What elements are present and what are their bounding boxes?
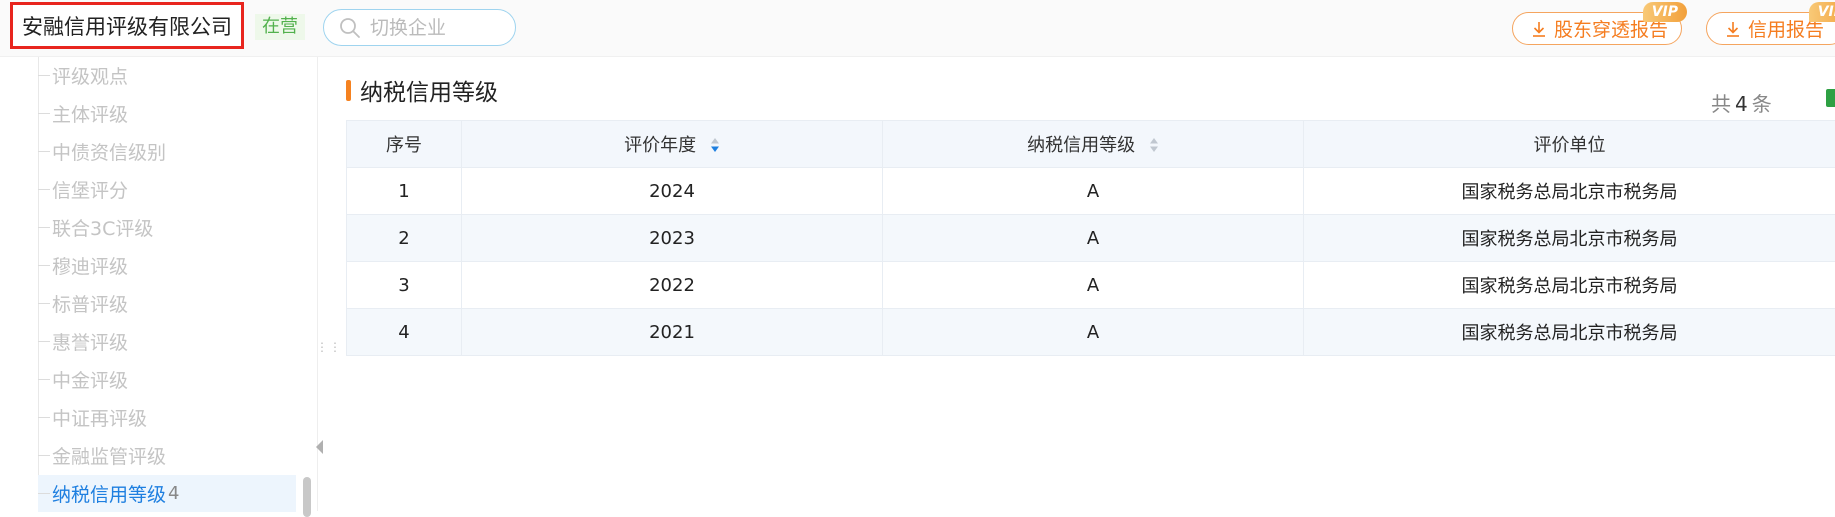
company-name-box[interactable]: 安融信用评级有限公司 (10, 2, 244, 49)
sidebar-item-tax-credit-rating[interactable]: 纳税信用等级 4 (38, 475, 296, 512)
cell-year: 2022 (462, 262, 883, 309)
sidebar-item-label: 中债资信级别 (52, 138, 166, 165)
sidebar-item-cicc-rating[interactable]: 中金评级 (38, 361, 296, 398)
cell-evaluator: 国家税务总局北京市税务局 (1304, 215, 1835, 262)
search-input[interactable] (368, 16, 512, 40)
top-bar: 安融信用评级有限公司 在营 股东穿透报告 VIP 信用报告 VIP (0, 0, 1835, 57)
cell-evaluator: 国家税务总局北京市税务局 (1304, 262, 1835, 309)
table-row: 4 2021 A 国家税务总局北京市税务局 (347, 309, 1835, 356)
cell-index: 3 (347, 262, 462, 309)
title-accent-bar (346, 80, 351, 101)
shareholder-report-button[interactable]: 股东穿透报告 VIP (1512, 12, 1682, 45)
sidebar-item-label: 纳税信用等级 (52, 480, 166, 507)
col-header-index: 序号 (347, 121, 462, 168)
sidebar-item-label: 金融监管评级 (52, 442, 166, 469)
cell-year: 2021 (462, 309, 883, 356)
sidebar-item-chinabond-rating[interactable]: 中债资信级别 (38, 133, 296, 170)
col-header-evaluator: 评价单位 (1304, 121, 1835, 168)
sidebar-item-label: 评级观点 (52, 62, 128, 89)
record-count-number: 4 (1735, 92, 1748, 116)
cell-year: 2023 (462, 215, 883, 262)
table-header-row: 序号 评价年度 纳税信用等级 评价单位 (347, 121, 1835, 168)
vip-badge: VIP (1643, 2, 1687, 22)
excel-icon[interactable] (1826, 89, 1835, 107)
download-icon (1724, 20, 1742, 38)
table-row: 2 2023 A 国家税务总局北京市税务局 (347, 215, 1835, 262)
vip-badge: VIP (1809, 2, 1835, 22)
sidebar-item-moodys-rating[interactable]: 穆迪评级 (38, 247, 296, 284)
sidebar-item-label: 联合3C评级 (52, 214, 153, 241)
cell-tax-grade: A (883, 262, 1304, 309)
cell-index: 2 (347, 215, 462, 262)
sidebar-item-sp-rating[interactable]: 标普评级 (38, 285, 296, 322)
table-row: 3 2022 A 国家税务总局北京市税务局 (347, 262, 1835, 309)
tax-credit-table: 序号 评价年度 纳税信用等级 评价单位 1 2024 A 国 (346, 120, 1835, 356)
status-badge: 在营 (255, 14, 305, 40)
search-icon (338, 16, 362, 40)
sidebar-resize-handle[interactable]: ⋮⋮ (316, 345, 322, 361)
record-count-prefix: 共 (1711, 92, 1731, 116)
sidebar-item-label: 标普评级 (52, 290, 128, 317)
sidebar-item-label: 信堡评分 (52, 176, 128, 203)
sidebar-item-csci-rating[interactable]: 中证再评级 (38, 399, 296, 436)
sidebar-item-label: 中证再评级 (52, 404, 147, 431)
record-count-suffix: 条 (1752, 92, 1772, 116)
record-count: 共4条 (1711, 88, 1772, 117)
sidebar-item-fitch-rating[interactable]: 惠誉评级 (38, 323, 296, 360)
sidebar-item-label: 主体评级 (52, 100, 128, 127)
cell-tax-grade: A (883, 215, 1304, 262)
company-name: 安融信用评级有限公司 (22, 11, 232, 41)
sidebar-item-count: 4 (168, 483, 179, 504)
sidebar-item-label: 穆迪评级 (52, 252, 128, 279)
sort-icon[interactable] (1149, 137, 1159, 153)
sidebar-item-entity-rating[interactable]: 主体评级 (38, 95, 296, 132)
sidebar-item-financial-regulatory-rating[interactable]: 金融监管评级 (38, 437, 296, 474)
sidebar-item-lianhe-3c-rating[interactable]: 联合3C评级 (38, 209, 296, 246)
sidebar-nav: 评级观点 主体评级 中债资信级别 信堡评分 联合3C评级 穆迪评级 标普评级 惠… (0, 57, 318, 511)
cell-tax-grade: A (883, 309, 1304, 356)
cell-year: 2024 (462, 168, 883, 215)
table-row: 1 2024 A 国家税务总局北京市税务局 (347, 168, 1835, 215)
cell-evaluator: 国家税务总局北京市税务局 (1304, 309, 1835, 356)
sidebar-item-rating-views[interactable]: 评级观点 (38, 57, 296, 94)
download-icon (1530, 20, 1548, 38)
company-search[interactable] (323, 9, 516, 46)
sort-icon[interactable] (710, 137, 720, 153)
page-title: 纳税信用等级 (360, 73, 498, 107)
sidebar-scrollbar[interactable] (303, 477, 311, 517)
cell-evaluator: 国家税务总局北京市税务局 (1304, 168, 1835, 215)
col-header-year[interactable]: 评价年度 (462, 121, 883, 168)
sidebar-item-label: 惠誉评级 (52, 328, 128, 355)
col-header-tax-grade[interactable]: 纳税信用等级 (883, 121, 1304, 168)
sidebar-collapse-icon[interactable] (316, 440, 323, 454)
cell-index: 4 (347, 309, 462, 356)
sidebar-item-xinbao-score[interactable]: 信堡评分 (38, 171, 296, 208)
cell-tax-grade: A (883, 168, 1304, 215)
sidebar-item-label: 中金评级 (52, 366, 128, 393)
section-header: 纳税信用等级 (346, 73, 498, 107)
cell-index: 1 (347, 168, 462, 215)
credit-report-button[interactable]: 信用报告 VIP (1706, 12, 1835, 45)
